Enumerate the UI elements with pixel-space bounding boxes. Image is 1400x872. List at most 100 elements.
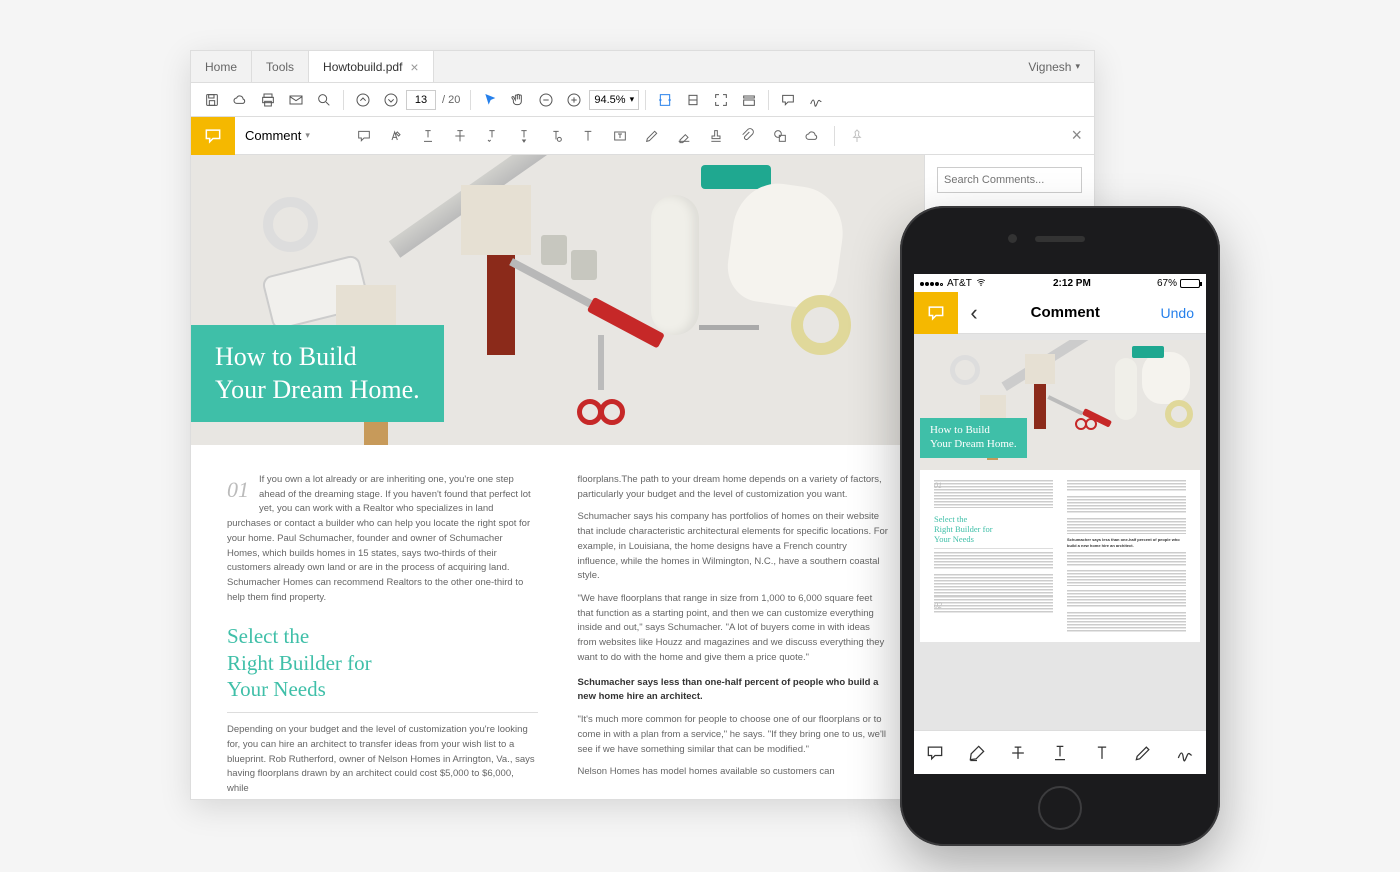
phone-screen: AT&T 2:12 PM 67% ‹ Comment Undo	[914, 274, 1206, 774]
stamp-icon[interactable]	[702, 122, 730, 150]
attach-icon[interactable]	[734, 122, 762, 150]
comment-icon[interactable]	[775, 87, 801, 113]
col2-p2: Schumacher says his company has portfoli…	[578, 510, 889, 584]
text-box-icon[interactable]	[606, 122, 634, 150]
signature-icon[interactable]	[1168, 736, 1202, 770]
comment-mode-icon	[191, 117, 235, 155]
tab-tools-label: Tools	[266, 60, 294, 74]
comment-mode-icon	[914, 292, 958, 334]
page-up-icon[interactable]	[350, 87, 376, 113]
phone-bold: Schumacher says less than one-half perce…	[1067, 537, 1186, 549]
fit-width-icon[interactable]	[652, 87, 678, 113]
underline-icon[interactable]	[1043, 736, 1077, 770]
fit-page-icon[interactable]	[680, 87, 706, 113]
text-tool-icon[interactable]	[574, 122, 602, 150]
page-down-icon[interactable]	[378, 87, 404, 113]
phone-num-1: 01	[934, 480, 942, 492]
hero-title-line1: How to Build	[215, 341, 420, 374]
phone-hero-line1: How to Build	[930, 424, 1017, 438]
main-toolbar: / 20 94.5% ▾	[191, 83, 1094, 117]
text-tool-icon[interactable]	[1085, 736, 1119, 770]
zoom-level[interactable]: 94.5% ▾	[589, 90, 639, 110]
col2-p5: Nelson Homes has model homes available s…	[578, 765, 889, 780]
user-name: Vignesh	[1028, 60, 1071, 74]
carrier-label: AT&T	[947, 278, 972, 289]
tab-document[interactable]: Howtobuild.pdf ×	[309, 51, 434, 82]
hero-image: How to Build Your Dream Home.	[191, 155, 924, 445]
pencil-icon[interactable]	[1126, 736, 1160, 770]
phone-header: ‹ Comment Undo	[914, 292, 1206, 334]
cloud-shape-icon[interactable]	[798, 122, 826, 150]
hand-tool-icon[interactable]	[505, 87, 531, 113]
replace-text-icon[interactable]	[478, 122, 506, 150]
zoom-value: 94.5%	[594, 94, 625, 106]
user-menu[interactable]: Vignesh ▾	[1014, 51, 1094, 82]
insert-text-icon[interactable]	[510, 122, 538, 150]
col2-bold: Schumacher says less than one-half perce…	[578, 676, 889, 705]
phone-title: Comment	[970, 304, 1161, 321]
phone-document[interactable]: How to Build Your Dream Home. 01 Select …	[914, 334, 1206, 730]
text-comment-icon[interactable]	[542, 122, 570, 150]
status-bar: AT&T 2:12 PM 67%	[914, 274, 1206, 292]
strikethrough-icon[interactable]	[1001, 736, 1035, 770]
phone-device: AT&T 2:12 PM 67% ‹ Comment Undo	[900, 206, 1220, 846]
intro-paragraph: If you own a lot already or are inheriti…	[227, 473, 538, 605]
highlight-icon[interactable]	[382, 122, 410, 150]
tab-document-label: Howtobuild.pdf	[323, 60, 402, 74]
save-icon[interactable]	[199, 87, 225, 113]
phone-toolbar	[914, 730, 1206, 774]
col2-p1: floorplans.The path to your dream home d…	[578, 473, 889, 502]
close-tab-icon[interactable]: ×	[410, 59, 418, 75]
home-button[interactable]	[1038, 786, 1082, 830]
highlight-icon[interactable]	[960, 736, 994, 770]
pin-icon[interactable]	[843, 122, 871, 150]
sign-icon[interactable]	[803, 87, 829, 113]
selection-tool-icon[interactable]	[477, 87, 503, 113]
tab-home[interactable]: Home	[191, 51, 252, 82]
email-icon[interactable]	[283, 87, 309, 113]
search-icon[interactable]	[311, 87, 337, 113]
page-total: / 20	[442, 94, 460, 106]
read-mode-icon[interactable]	[736, 87, 762, 113]
phone-num-2: 02	[934, 600, 942, 612]
hero-title-line2: Your Dream Home.	[215, 374, 420, 407]
zoom-in-icon[interactable]	[561, 87, 587, 113]
tab-home-label: Home	[205, 60, 237, 74]
paragraph-2: Depending on your budget and the level o…	[227, 723, 538, 797]
pencil-icon[interactable]	[638, 122, 666, 150]
cloud-icon[interactable]	[227, 87, 253, 113]
shapes-icon[interactable]	[766, 122, 794, 150]
undo-button[interactable]: Undo	[1161, 305, 1206, 321]
comment-dropdown[interactable]: Comment ▾	[245, 128, 310, 143]
hero-title: How to Build Your Dream Home.	[191, 325, 444, 422]
document-pane[interactable]: How to Build Your Dream Home. 01 If you …	[191, 155, 924, 799]
wifi-icon	[975, 277, 987, 290]
eraser-icon[interactable]	[670, 122, 698, 150]
phone-hero: How to Build Your Dream Home.	[920, 340, 1200, 470]
zoom-out-icon[interactable]	[533, 87, 559, 113]
page-number-input[interactable]	[406, 90, 436, 110]
strikethrough-icon[interactable]	[446, 122, 474, 150]
comment-ribbon: Comment ▾ ×	[191, 117, 1094, 155]
fullscreen-icon[interactable]	[708, 87, 734, 113]
battery-icon	[1180, 279, 1200, 288]
article-body: 01 If you own a lot already or are inher…	[191, 445, 924, 799]
chevron-down-icon: ▾	[630, 94, 635, 105]
print-icon[interactable]	[255, 87, 281, 113]
time-label: 2:12 PM	[1053, 278, 1091, 289]
tab-tools[interactable]: Tools	[252, 51, 309, 82]
comment-label-text: Comment	[245, 128, 301, 143]
tab-bar: Home Tools Howtobuild.pdf × Vignesh ▾	[191, 51, 1094, 83]
phone-hero-title: How to Build Your Dream Home.	[920, 418, 1027, 458]
phone-subhead: Select the Right Builder for Your Needs	[934, 514, 1053, 545]
sticky-note-icon[interactable]	[350, 122, 378, 150]
section-number: 01	[227, 473, 249, 507]
search-comments-input[interactable]	[937, 167, 1082, 193]
phone-article: 01 Select the Right Builder for Your Nee…	[920, 470, 1200, 642]
battery-percent: 67%	[1157, 278, 1177, 289]
phone-hero-line2: Your Dream Home.	[930, 438, 1017, 452]
sticky-note-icon[interactable]	[918, 736, 952, 770]
chevron-down-icon: ▾	[305, 130, 310, 141]
underline-icon[interactable]	[414, 122, 442, 150]
close-ribbon-icon[interactable]: ×	[1071, 125, 1082, 146]
